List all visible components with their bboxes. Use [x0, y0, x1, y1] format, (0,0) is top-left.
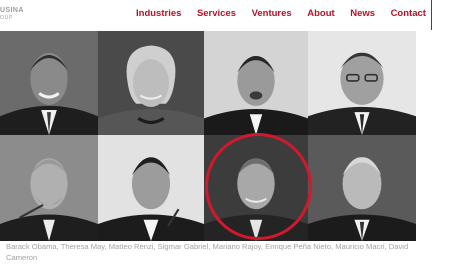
decorative-edge-line	[430, 0, 432, 30]
portrait-5[interactable]	[0, 135, 98, 241]
portrait-4[interactable]	[308, 31, 416, 135]
portrait-6[interactable]	[98, 135, 204, 241]
highlight-circle	[205, 133, 312, 240]
nav-services[interactable]: Services	[197, 8, 236, 22]
main-nav: Industries Services Ventures About News …	[136, 8, 426, 22]
nav-news[interactable]: News	[350, 8, 375, 22]
portrait-2[interactable]	[98, 31, 204, 135]
company-logo[interactable]: USINA OUP	[0, 7, 26, 22]
nav-ventures[interactable]: Ventures	[252, 8, 292, 22]
portrait-3[interactable]	[204, 31, 308, 135]
logo-subtext: OUP	[0, 15, 14, 21]
nav-industries[interactable]: Industries	[136, 8, 181, 22]
portrait-grid	[0, 31, 416, 241]
portrait-8[interactable]	[308, 135, 416, 241]
nav-contact[interactable]: Contact	[391, 8, 426, 22]
nav-about[interactable]: About	[307, 8, 334, 22]
portrait-caption: Barack Obama, Theresa May, Matteo Renzi,…	[6, 242, 409, 262]
portrait-1[interactable]	[0, 31, 98, 135]
logo-text: USINA	[0, 7, 24, 14]
